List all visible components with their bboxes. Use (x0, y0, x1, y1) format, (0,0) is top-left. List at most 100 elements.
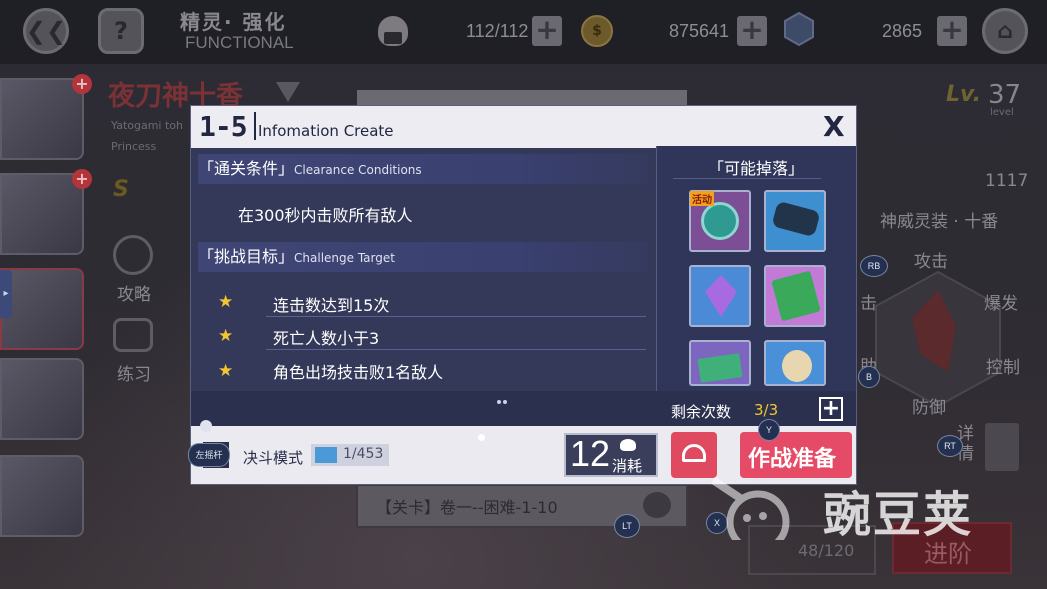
home-icon: ⌂ (997, 18, 1013, 44)
cursor-dot (478, 434, 485, 441)
crystal-icon (784, 11, 814, 47)
remaining-value: 3/3 (754, 401, 779, 419)
challenge-header: 「挑战目标」Challenge Target (198, 242, 648, 272)
challenge-title-en: Challenge Target (294, 251, 395, 265)
back-button[interactable]: ❮❮ (23, 8, 69, 54)
practice-label[interactable]: 练习 (117, 360, 151, 385)
character-slot-3[interactable] (0, 268, 84, 350)
rt-button-hint[interactable]: RT (937, 435, 963, 457)
star-icon: ★ (218, 292, 234, 312)
drops-panel (657, 146, 856, 391)
stamina-value: 112/112 (466, 21, 529, 41)
strategy-icon[interactable] (113, 235, 153, 275)
home-button[interactable]: ⌂ (982, 8, 1028, 54)
rabbit-plush-icon (782, 350, 812, 382)
rice-ball-icon (378, 16, 408, 46)
character-slot-5[interactable] (0, 455, 84, 537)
drop-item-book[interactable] (764, 265, 826, 327)
star-icon: ★ (218, 326, 234, 346)
row-divider (266, 316, 646, 317)
ticket-icon (315, 447, 337, 463)
challenge-title: 「挑战目标」 (198, 247, 295, 266)
auto-battle-icon (682, 444, 706, 462)
list-collapse-tab[interactable]: ▸ (0, 270, 12, 318)
stage-number: 1-5 (199, 110, 248, 143)
watermark-text: 豌豆荚 (823, 487, 974, 543)
clearance-title-en: Clearance Conditions (294, 163, 422, 177)
character-romaji: Yatogami toh (111, 119, 183, 132)
strategy-label[interactable]: 攻略 (117, 280, 151, 305)
drop-item-card[interactable] (689, 340, 751, 386)
stat-control: 控制 (986, 358, 1020, 378)
book-icon[interactable] (985, 423, 1019, 471)
rb-button-hint[interactable]: RB (860, 255, 888, 277)
stat-partial-left: 击 (860, 294, 877, 314)
character-slot-2[interactable]: + (0, 169, 92, 255)
ticket-count: 1/453 (343, 446, 384, 462)
add-gold-button[interactable]: + (737, 16, 767, 46)
level-caption: level (990, 107, 1014, 118)
back-arrows-icon: ❮❮ (25, 17, 67, 45)
drop-item-event-chip[interactable]: 活动 (689, 190, 751, 252)
challenge-item: 死亡人数小于3 (273, 329, 380, 348)
add-crystal-button[interactable]: + (937, 16, 967, 46)
challenge-item: 连击数达到15次 (273, 296, 390, 315)
prepare-label: 作战准备 (748, 447, 837, 472)
stick-dot (200, 420, 212, 432)
lt-button-hint[interactable]: LT (614, 514, 640, 538)
stat-defense: 防御 (912, 398, 946, 418)
level-value: 37 (988, 80, 1022, 110)
stage-info-dialog: 1-5 Infomation Create X 「通关条件」Clearance … (191, 106, 856, 484)
page-indicator (497, 400, 507, 406)
crystal-value: 2865 (882, 21, 923, 41)
cost-value: 12 (570, 433, 611, 474)
help-icon: ? (114, 17, 128, 45)
left-stick-hint[interactable]: 左摇杆 (188, 443, 230, 467)
y-button-hint[interactable]: Y (758, 419, 780, 441)
dialog-title: Infomation Create (258, 122, 394, 140)
purple-crystal-icon (705, 275, 737, 317)
level-prefix: Lv. (946, 82, 981, 107)
gamepad-icon[interactable] (113, 318, 153, 352)
character-slot-1[interactable]: + (0, 74, 92, 160)
character-slot-4[interactable] (0, 358, 84, 440)
drop-item-crystal[interactable] (689, 265, 751, 327)
b-button-hint[interactable]: B (858, 366, 880, 388)
green-book-icon (771, 270, 821, 322)
clearance-title: 「通关条件」 (198, 159, 295, 178)
gold-card-icon (697, 353, 743, 383)
spirit-outfit-name: 神威灵装 · 十番 (880, 212, 999, 232)
stage-go-icon (643, 492, 671, 518)
clearance-text: 在300秒内击败所有敌人 (238, 206, 413, 225)
help-button[interactable]: ? (98, 8, 144, 54)
ticket-counter: 1/453 (311, 444, 389, 466)
star-icon: ★ (218, 361, 234, 381)
cost-box: 12 消耗 (564, 433, 658, 477)
drops-divider (673, 178, 821, 179)
event-tag: 活动 (690, 191, 714, 206)
watermark-logo-icon (703, 470, 803, 554)
notification-dot: + (72, 74, 92, 94)
cost-label: 消耗 (612, 457, 643, 475)
rank-s-badge-icon: S (113, 177, 129, 202)
close-button[interactable]: X (823, 110, 845, 143)
duel-mode-label: 决斗模式 (243, 449, 304, 467)
challenge-item: 角色出场技击败1名敌人 (273, 363, 444, 382)
canister-icon (771, 200, 821, 238)
rice-ball-cost-icon (620, 439, 636, 451)
notification-dot: + (72, 169, 92, 189)
row-divider (266, 349, 646, 350)
drop-item-plush[interactable] (764, 340, 826, 386)
chip-icon (701, 202, 739, 240)
drops-title: 「可能掉落」 (708, 159, 805, 178)
gold-coin-icon: $ (581, 15, 613, 47)
add-attempts-button[interactable]: + (819, 397, 843, 421)
power-value: 1117 (985, 171, 1029, 191)
add-stamina-button[interactable]: + (532, 16, 562, 46)
stat-burst: 爆发 (984, 294, 1018, 314)
top-bar: ❮❮ ? 精灵· 强化 FUNCTIONAL 112/112 + $ 87564… (0, 0, 1047, 64)
remaining-label: 剩余次数 (671, 403, 732, 421)
character-rank: Princess (111, 140, 157, 153)
stage-label: 【关卡】卷一--困难-1-10 (376, 498, 558, 517)
drop-item-canister[interactable] (764, 190, 826, 252)
